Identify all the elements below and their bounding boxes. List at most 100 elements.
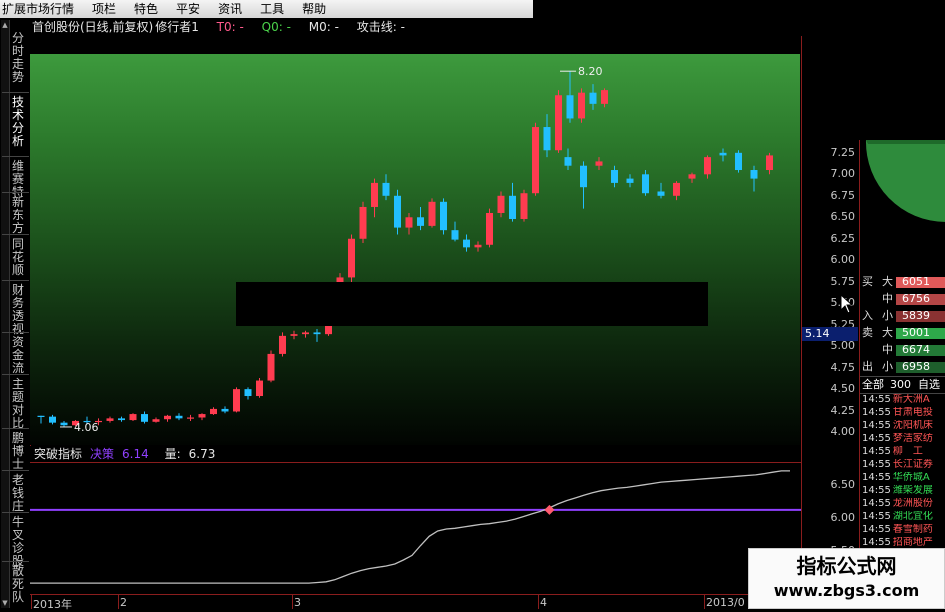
scroll-up-arrow-icon[interactable]: ▲	[1, 20, 9, 30]
side-tab-3[interactable]: 新东方	[10, 196, 26, 235]
volume-label: 量:	[164, 447, 181, 461]
watermark-url: www.zbgs3.com	[773, 581, 920, 600]
formula-name[interactable]: 修行者1	[155, 20, 199, 34]
trade-stock-name: 潍柴发展	[892, 485, 933, 496]
indicator-svg[interactable]	[30, 463, 801, 595]
tab-all[interactable]: 全部	[862, 377, 884, 393]
indicator-chart[interactable]	[30, 462, 801, 595]
indicator-name[interactable]: 突破指标	[34, 447, 82, 461]
side-tab-separator	[2, 374, 29, 375]
candle	[688, 172, 696, 183]
trade-time: 14:55	[862, 498, 891, 509]
side-tab-separator	[2, 470, 29, 471]
trade-time: 14:55	[862, 511, 891, 522]
candle	[256, 377, 263, 398]
side-tab-2[interactable]: 维赛特	[10, 160, 26, 199]
trade-stock-name: 甘肃电投	[892, 407, 933, 418]
menu-item-6[interactable]: 帮助	[293, 0, 335, 18]
tab-custom[interactable]: 自选	[918, 377, 940, 393]
price-tick: 7.25	[830, 145, 856, 159]
trade-row[interactable]: 14:55 梦洁家纺	[860, 433, 945, 444]
right-info-panel: 买大 6051 中 6756 入小 5839 卖大 5001 中 6674 出小 6958 全部 30…	[859, 140, 945, 609]
flow-side-label: 卖	[862, 326, 873, 339]
candle	[463, 234, 470, 252]
candle	[580, 161, 587, 209]
trade-time: 14:55	[862, 459, 891, 470]
trade-row[interactable]: 14:55 长江证券	[860, 459, 945, 470]
candle	[566, 71, 574, 123]
low-annotation: 4.06	[74, 421, 99, 434]
flow-value: 6051	[902, 275, 930, 288]
date-tick-mark	[538, 595, 539, 609]
t0-value: T0: -	[216, 20, 244, 34]
trade-row[interactable]: 14:55 甘肃电投	[860, 407, 945, 418]
candle	[595, 157, 603, 171]
candle	[626, 174, 634, 188]
trade-row[interactable]: 14:55 新大洲A	[860, 394, 945, 405]
trade-stock-name: 龙洲股份	[892, 498, 933, 509]
date-tick-mark	[118, 595, 119, 609]
side-tab-1[interactable]: 技术分析	[10, 96, 26, 148]
trade-row[interactable]: 14:55 沈阳机床	[860, 420, 945, 431]
menu-item-0[interactable]: 扩展市场行情	[0, 0, 83, 18]
candle	[279, 332, 286, 357]
scroll-down-arrow-icon[interactable]: ▼	[1, 598, 9, 608]
trade-row[interactable]: 14:55 湖北宜化	[860, 511, 945, 522]
kline-svg[interactable]: 8.20 4.06	[30, 54, 800, 445]
watermark-logo: 指标公式网 www.zbgs3.com	[748, 548, 945, 609]
candle	[611, 165, 618, 188]
side-tab-11[interactable]: 散死队	[10, 565, 26, 604]
candle	[589, 84, 597, 110]
trade-tabs: 全部 300 自选	[860, 376, 945, 394]
breakout-line	[30, 470, 790, 584]
tab-300[interactable]: 300	[890, 377, 911, 393]
trade-row[interactable]: 14:55 龙洲股份	[860, 498, 945, 509]
side-scrollbar[interactable]: ▲ ▼	[1, 20, 10, 608]
candle	[735, 150, 742, 173]
fund-flow-pie	[865, 140, 945, 222]
price-axis: 4.004.254.504.755.005.255.505.756.006.25…	[801, 36, 860, 446]
side-tab-separator	[2, 92, 29, 93]
side-tab-separator	[2, 280, 29, 281]
menu-item-4[interactable]: 资讯	[209, 0, 251, 18]
side-tab-separator	[2, 561, 29, 562]
candle	[164, 414, 171, 422]
trade-row[interactable]: 14:55 春雪制药	[860, 524, 945, 535]
kline-chart[interactable]: 8.20 4.06	[30, 54, 800, 445]
side-tab-9[interactable]: 老钱庄	[10, 474, 26, 513]
trade-row[interactable]: 14:55 华侨城A	[860, 472, 945, 483]
trade-row[interactable]: 14:55 柳 工	[860, 446, 945, 457]
side-tab-separator	[2, 234, 29, 235]
side-tab-0[interactable]: 分时走势	[10, 32, 26, 84]
side-tab-8[interactable]: 鹏博士	[10, 432, 26, 471]
side-tab-separator	[2, 192, 29, 193]
candle	[106, 416, 114, 423]
menu-item-2[interactable]: 特色	[125, 0, 167, 18]
trade-stock-name: 春雪制药	[892, 524, 933, 535]
flow-size-label: 小	[882, 360, 893, 373]
date-label: 3	[294, 596, 301, 609]
trade-row[interactable]: 14:55 潍柴发展	[860, 485, 945, 496]
date-label: 4	[540, 596, 547, 609]
side-tab-6[interactable]: 资金流	[10, 336, 26, 375]
trade-row[interactable]: 14:55 招商地产	[860, 537, 945, 548]
side-tab-7[interactable]: 主题对比	[10, 378, 26, 430]
candle	[313, 328, 321, 342]
indicator-tick: 6.50	[830, 478, 856, 492]
pie-slice-dark	[866, 140, 945, 144]
side-tab-4[interactable]: 同花顺	[10, 238, 26, 277]
fund-flow-row: 中 6756	[860, 291, 945, 307]
candle	[302, 330, 309, 338]
candle	[359, 201, 367, 244]
side-tab-5[interactable]: 财务透视	[10, 284, 26, 336]
high-annotation: 8.20	[578, 65, 603, 78]
candle	[704, 155, 711, 179]
fund-flow-row: 出小 6958	[860, 359, 945, 375]
date-tick-mark	[31, 595, 32, 609]
menu-item-5[interactable]: 工具	[251, 0, 293, 18]
menu-item-1[interactable]: 项栏	[83, 0, 125, 18]
flow-value: 5839	[902, 309, 930, 322]
flow-value: 6674	[902, 343, 930, 356]
candle	[394, 189, 401, 235]
menu-item-3[interactable]: 平安	[167, 0, 209, 18]
